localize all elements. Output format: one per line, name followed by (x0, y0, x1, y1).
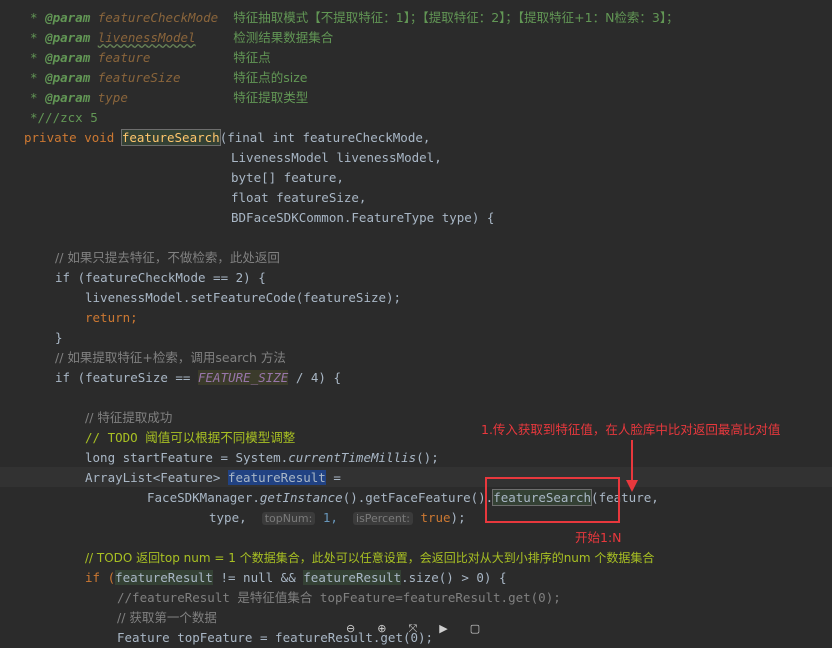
annotation-label: 开始1:N (575, 530, 622, 545)
doc-line-4: * @param featureSize 特征点的size (30, 70, 308, 85)
param-desc: 特征提取类型 (233, 90, 309, 105)
code-text: / 4) { (288, 370, 341, 385)
param-desc: 检测结果数据集合 (233, 30, 334, 45)
param-name: featureCheckMode (97, 10, 219, 25)
param-tag: @param (45, 30, 91, 45)
comment-line: //featureResult 是特征值集合 topFeature=featur… (117, 590, 561, 605)
param-name: featureSize (97, 70, 181, 85)
arrow-icon (626, 440, 638, 492)
code-text: FaceSDKManager. (147, 490, 260, 505)
doc-line-5: * @param type 特征提取类型 (30, 90, 309, 105)
code-text: (final int featureCheckMode, (219, 130, 431, 145)
variable-ref: featureResult (303, 570, 402, 585)
variable-ref: featureResult (115, 570, 213, 585)
method-call: currentTimeMillis (288, 450, 417, 465)
fit-screen-icon[interactable]: ⤧ (408, 622, 417, 636)
code-text: = (325, 470, 341, 485)
param-name: type (97, 90, 128, 105)
annotation-note: 1.传入获取到特征值，在人脸库中比对返回最高比对值 (481, 422, 781, 437)
param-hint: isPercent: (353, 512, 413, 525)
number-literal: 1, (322, 510, 338, 525)
if-line-1: if (featureCheckMode == 2) { (55, 270, 266, 285)
zoom-in-icon[interactable]: ⊕ (377, 622, 386, 636)
if-line-3: if (featureResult != null && featureResu… (85, 568, 506, 588)
todo-line: // TODO 返回top num = 1 个数据集合，此处可以任意设置，会返回… (85, 551, 655, 565)
code-text: ().getFaceFeature(). (342, 490, 494, 505)
sig-line-4: float featureSize, (231, 190, 367, 205)
code-text: ); (450, 510, 466, 525)
sig-line-5: BDFaceSDKCommon.FeatureType type) { (231, 210, 495, 225)
doc-line-1: * @param featureCheckMode 特征抽取模式【不提取特征：1… (30, 10, 679, 25)
image-toolbar: ⊖ ⊕ ⤧ ▶ ▢ (338, 622, 506, 636)
code-text: type, (209, 510, 247, 525)
param-desc: 特征抽取模式【不提取特征：1】；【提取特征：2】；【提取特征+1：N检索：3】； (233, 10, 679, 25)
method-call: getInstance (259, 490, 343, 505)
comment-line: // 特征提取成功 (85, 410, 173, 425)
code-editor[interactable]: * @param featureCheckMode 特征抽取模式【不提取特征：1… (0, 0, 832, 645)
param-tag: @param (45, 50, 91, 65)
param-name: livenessModel (97, 30, 196, 45)
code-text: (); (416, 450, 439, 465)
code-text: long startFeature = System. (85, 450, 289, 465)
sig-line-3: byte[] feature, (231, 170, 344, 185)
param-desc: 特征点 (233, 50, 271, 65)
param-name: feature (97, 50, 151, 65)
code-line-return: return; (85, 310, 138, 325)
more-icon[interactable]: ▢ (470, 622, 480, 636)
method-name[interactable]: featureSearch (120, 129, 221, 146)
code-line-close: } (55, 330, 63, 345)
code-text: if (featureSize == (55, 370, 198, 385)
selected-variable[interactable]: featureResult (228, 470, 326, 485)
param-tag: @param (45, 10, 91, 25)
method-signature: private void featureSearch(final int fea… (24, 128, 430, 148)
param-tag: @param (45, 70, 91, 85)
comment-line: // 如果只提去特征，不做检索，此处返回 (55, 250, 280, 265)
param-tag: @param (45, 90, 91, 105)
code-text: ArrayList<Feature> (85, 470, 228, 485)
param-hint: topNum: (261, 512, 316, 525)
keyword: private void (24, 130, 122, 145)
keyword: if ( (85, 570, 116, 585)
code-text: .size() > 0) { (401, 570, 507, 585)
code-text: != null && (212, 570, 304, 585)
annotation-box (485, 477, 620, 523)
comment-line: // 获取第一个数据 (117, 610, 217, 625)
if-line-2: if (featureSize == FEATURE_SIZE / 4) { (55, 368, 341, 388)
code-line-type: type, topNum: 1, isPercent: true); (209, 508, 466, 528)
doc-line-3: * @param feature 特征点 (30, 50, 271, 65)
code-line-arraylist: ArrayList<Feature> featureResult = (85, 468, 341, 488)
keyword: true (420, 510, 451, 525)
todo-line: // TODO 阈值可以根据不同模型调整 (85, 430, 296, 445)
zoom-out-icon[interactable]: ⊖ (346, 622, 355, 636)
constant: FEATURE_SIZE (198, 370, 289, 385)
comment-line: // 如果提取特征+检索，调用search 方法 (55, 350, 286, 365)
doc-line-end: *///zcx 5 (30, 110, 98, 125)
play-icon[interactable]: ▶ (439, 622, 447, 636)
code-line-long: long startFeature = System.currentTimeMi… (85, 448, 439, 468)
doc-line-2: * @param livenessModel 检测结果数据集合 (30, 30, 334, 45)
sig-line-2: LivenessModel livenessModel, (231, 150, 442, 165)
code-line-set: livenessModel.setFeatureCode(featureSize… (85, 290, 402, 305)
param-desc: 特征点的size (233, 70, 308, 85)
